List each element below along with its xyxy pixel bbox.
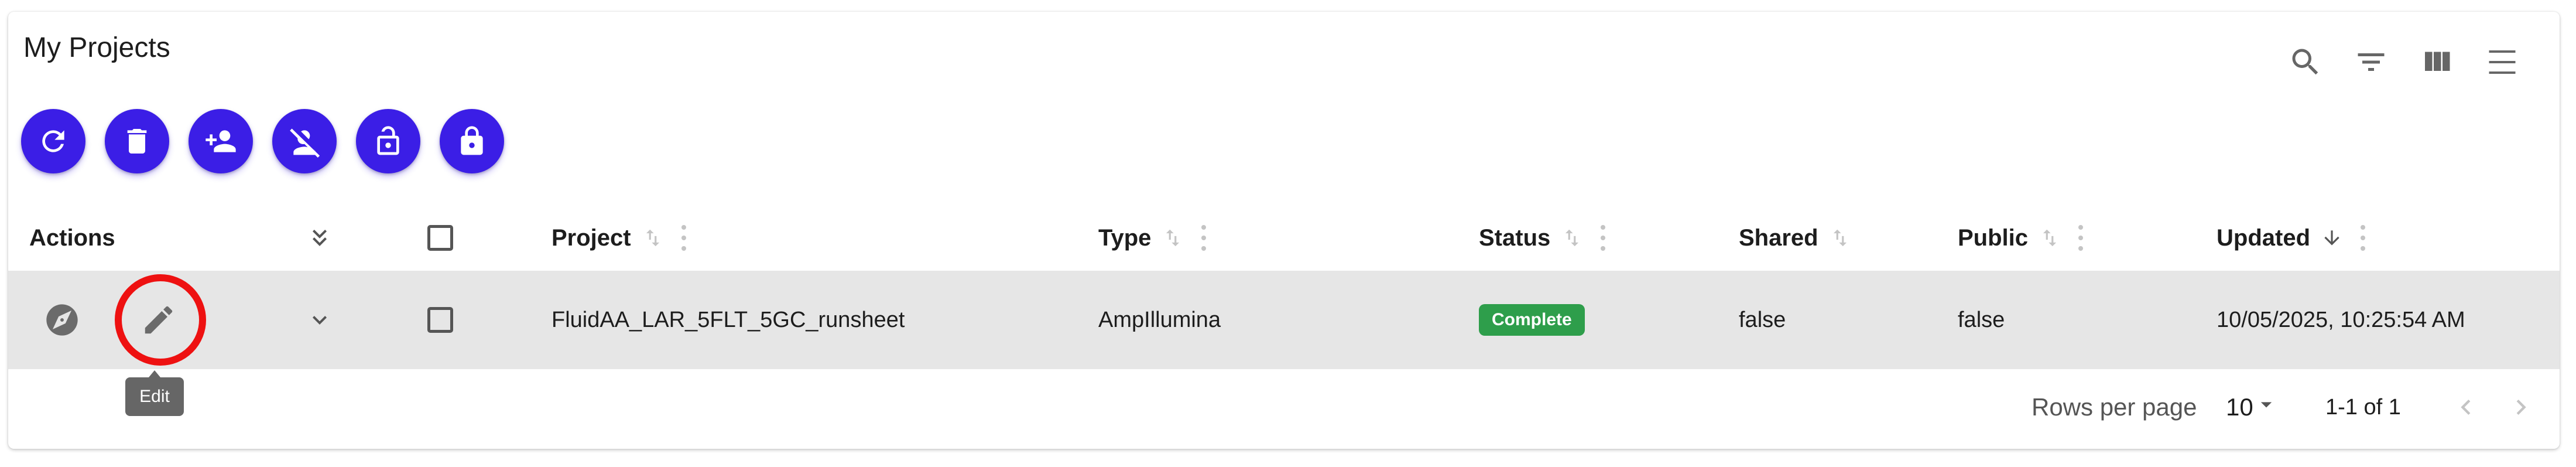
lock-button[interactable]	[440, 109, 504, 173]
person-off-icon	[290, 128, 320, 158]
projects-table-card: My Projects Actions Project Type Status …	[8, 12, 2560, 449]
pagination: Rows per page 10 1-1 of 1	[8, 369, 2560, 445]
dropdown-arrow-icon	[2253, 391, 2279, 423]
project-cell[interactable]: FluidAA_LAR_5FLT_5GC_runsheet	[551, 271, 905, 369]
public-header-label: Public	[1958, 224, 2029, 251]
type-column-header[interactable]: Type	[1098, 205, 1207, 271]
refresh-button[interactable]	[21, 109, 85, 173]
column-menu-icon[interactable]	[680, 225, 687, 251]
refresh-icon	[42, 130, 64, 152]
status-badge: Complete	[1479, 304, 1585, 336]
updated-column-header[interactable]: Updated	[2217, 205, 2366, 271]
filter-icon[interactable]	[2350, 41, 2392, 83]
rows-per-page-value: 10	[2226, 393, 2253, 421]
delete-button[interactable]	[105, 109, 169, 173]
updated-cell: 10/05/2025, 10:25:54 AM	[2217, 307, 2465, 332]
search-icon[interactable]	[2284, 41, 2327, 83]
row-checkbox[interactable]	[427, 271, 453, 369]
chevron-right-icon	[2516, 400, 2526, 415]
public-column-header[interactable]: Public	[1958, 205, 2084, 271]
shared-header-label: Shared	[1739, 224, 1818, 251]
compass-icon	[46, 304, 78, 336]
type-cell: AmpIllumina	[1098, 307, 1221, 332]
status-header-label: Status	[1479, 224, 1551, 251]
edit-button[interactable]	[141, 271, 177, 369]
density-icon[interactable]	[2481, 41, 2523, 83]
pencil-icon	[145, 306, 173, 334]
column-menu-icon[interactable]	[1200, 225, 1207, 251]
previous-page-button[interactable]	[2451, 369, 2481, 445]
sort-desc-icon[interactable]	[2321, 227, 2343, 249]
sort-icon[interactable]	[1162, 227, 1184, 249]
person-add-icon	[205, 130, 236, 152]
actions-header-label: Actions	[29, 224, 115, 251]
lock-open-icon	[377, 126, 399, 155]
rows-per-page-label: Rows per page	[2032, 393, 2197, 421]
page-title: My Projects	[23, 32, 170, 63]
pagination-range: 1-1 of 1	[2325, 394, 2401, 420]
unlock-button[interactable]	[356, 109, 420, 173]
sort-icon[interactable]	[2039, 227, 2061, 249]
columns-icon[interactable]	[2416, 41, 2458, 83]
trash-icon	[127, 129, 147, 154]
sort-icon[interactable]	[642, 227, 664, 249]
bulk-actions	[21, 109, 504, 173]
explore-button[interactable]	[43, 271, 81, 369]
project-column-header[interactable]: Project	[551, 205, 687, 271]
shared-column-header[interactable]: Shared	[1739, 205, 1851, 271]
status-cell: Complete	[1479, 271, 1585, 369]
chevron-left-icon	[2461, 400, 2471, 415]
sort-icon[interactable]	[1829, 227, 1851, 249]
expand-row-button[interactable]	[306, 271, 334, 369]
column-menu-icon[interactable]	[2077, 225, 2084, 251]
rows-per-page-select[interactable]: 10	[2226, 369, 2279, 445]
project-header-label: Project	[551, 224, 631, 251]
next-page-button[interactable]	[2506, 369, 2536, 445]
status-column-header[interactable]: Status	[1479, 205, 1606, 271]
sort-icon[interactable]	[1561, 227, 1583, 249]
select-all-checkbox[interactable]	[427, 205, 453, 271]
table-row[interactable]: FluidAA_LAR_5FLT_5GC_runsheet AmpIllumin…	[8, 271, 2560, 369]
updated-header-label: Updated	[2217, 224, 2310, 251]
double-chevron-down-icon	[313, 230, 327, 246]
remove-user-button[interactable]	[272, 109, 337, 173]
table-header: Actions Project Type Status Shared Publi…	[8, 205, 2560, 271]
expand-all-button[interactable]	[306, 205, 334, 271]
type-header-label: Type	[1098, 224, 1152, 251]
add-user-button[interactable]	[189, 109, 253, 173]
table-toolbar	[2284, 41, 2523, 83]
lock-icon	[461, 126, 483, 155]
column-menu-icon[interactable]	[2359, 225, 2366, 251]
shared-cell: false	[1739, 307, 1786, 332]
column-menu-icon[interactable]	[1599, 225, 1606, 251]
chevron-down-icon	[313, 316, 327, 325]
public-cell: false	[1958, 307, 2005, 332]
actions-column-header: Actions	[29, 205, 115, 271]
